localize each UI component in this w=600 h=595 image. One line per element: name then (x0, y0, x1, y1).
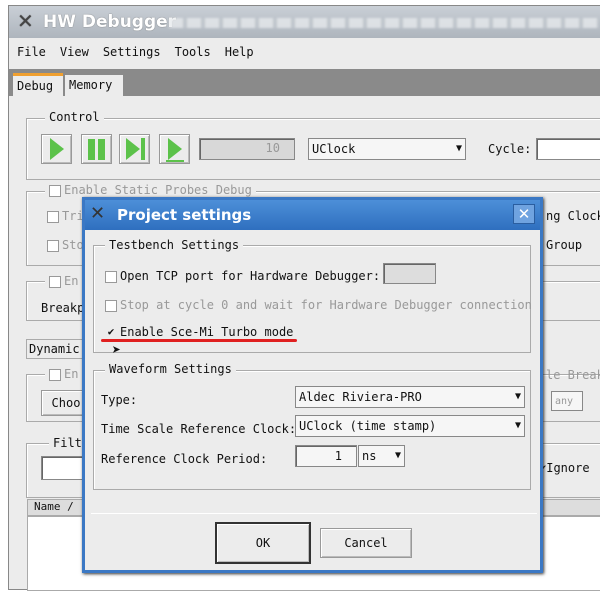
turbo-mode-label: Enable Sce-Mi Turbo mode (120, 325, 294, 339)
waveform-label: Waveform Settings (105, 362, 236, 376)
cycle-input[interactable] (536, 138, 600, 160)
close-icon: ✕ (517, 205, 531, 223)
red-underline (101, 339, 297, 342)
period-spinner[interactable]: 1 (295, 445, 357, 467)
tcp-port-input[interactable] (383, 263, 436, 284)
cancel-button[interactable]: Cancel (320, 528, 412, 558)
run-button[interactable] (41, 134, 72, 164)
play-icon (50, 138, 64, 160)
any-select[interactable]: any (551, 391, 583, 411)
testbench-label: Testbench Settings (105, 238, 244, 252)
static-probes-checkbox[interactable]: Enable Static Probes Debug (45, 183, 256, 197)
clock-select[interactable]: UClock ▼ (308, 138, 466, 160)
mouse-cursor-icon: ➤ (112, 341, 122, 359)
stop-cycle-label: Stop at cycle 0 and wait for Hardware De… (120, 298, 532, 312)
menu-view[interactable]: View (60, 45, 89, 59)
ignore-checkbox[interactable]: ✔Ignore (539, 461, 590, 475)
turbo-mode-checkbox[interactable]: ✔ Enable Sce-Mi Turbo mode (105, 324, 294, 339)
clock-select-value: UClock (312, 142, 356, 156)
chevron-down-icon: ▼ (455, 143, 462, 154)
stop-checkbox[interactable]: Sto (47, 238, 84, 252)
window-title: HW Debugger (43, 12, 177, 32)
step-button[interactable] (119, 134, 150, 164)
cycles-spinner[interactable]: 10 (199, 138, 295, 160)
type-select[interactable]: Aldec Riviera-PRO ▼ (295, 386, 525, 408)
group-text: Group (546, 238, 583, 252)
enable-checkbox[interactable]: En (45, 274, 83, 288)
menu-settings[interactable]: Settings (103, 45, 161, 59)
period-unit-select[interactable]: ns ▼ (358, 445, 405, 467)
dialog-title-bar: ✕ Project settings ✕ (85, 200, 540, 230)
x-logo-icon: ✕ (17, 9, 34, 33)
open-tcp-checkbox[interactable]: Open TCP port for Hardware Debugger: (105, 269, 380, 283)
run-cycles-button[interactable] (159, 134, 190, 164)
project-settings-dialog: ✕ Project settings ✕ Testbench Settings … (82, 197, 543, 573)
ok-button[interactable]: OK (215, 522, 311, 564)
menu-file[interactable]: File (17, 45, 46, 59)
run-cycles-icon (168, 138, 182, 160)
period-label: Reference Clock Period: (101, 452, 268, 466)
title-bar: ✕ HW Debugger (9, 6, 600, 38)
menu-help[interactable]: Help (225, 45, 254, 59)
close-button[interactable]: ✕ (513, 204, 535, 224)
tab-memory[interactable]: Memory (65, 75, 123, 98)
break-text: le Break (546, 368, 600, 382)
type-label: Type: (101, 393, 138, 407)
tab-debug[interactable]: Debug (13, 73, 63, 98)
timescale-label: Time Scale Reference Clock: (101, 422, 297, 436)
control-label: Control (45, 110, 104, 124)
pause-icon (88, 139, 95, 160)
timescale-select[interactable]: UClock (time stamp) ▼ (295, 415, 525, 437)
pause-button[interactable] (81, 134, 112, 164)
x-logo-icon: ✕ (90, 203, 106, 224)
open-tcp-label: Open TCP port for Hardware Debugger: (120, 269, 381, 283)
chevron-down-icon: ▼ (514, 391, 521, 402)
menu-tools[interactable]: Tools (175, 45, 211, 59)
blurred-path (169, 18, 599, 28)
cycle-label: Cycle: (488, 142, 532, 156)
menu-bar: File View Settings Tools Help (17, 45, 268, 59)
trigger-checkbox[interactable]: Tri (47, 209, 84, 223)
chevron-down-icon: ▼ (514, 420, 521, 431)
column-name[interactable]: Name / (34, 500, 74, 513)
step-icon (126, 138, 140, 160)
clock-text: ng Clock (546, 209, 600, 223)
dynamic-enable-checkbox[interactable]: En (45, 367, 83, 381)
dialog-title: Project settings (117, 206, 252, 224)
checkmark-icon: ✔ (107, 324, 115, 338)
chevron-down-icon: ▼ (394, 450, 401, 461)
separator (91, 513, 537, 514)
static-probes-label: Enable Static Probes Debug (64, 183, 252, 197)
breakpoint-label: Breakp (41, 301, 85, 315)
stop-cycle-checkbox[interactable]: Stop at cycle 0 and wait for Hardware De… (105, 298, 532, 312)
